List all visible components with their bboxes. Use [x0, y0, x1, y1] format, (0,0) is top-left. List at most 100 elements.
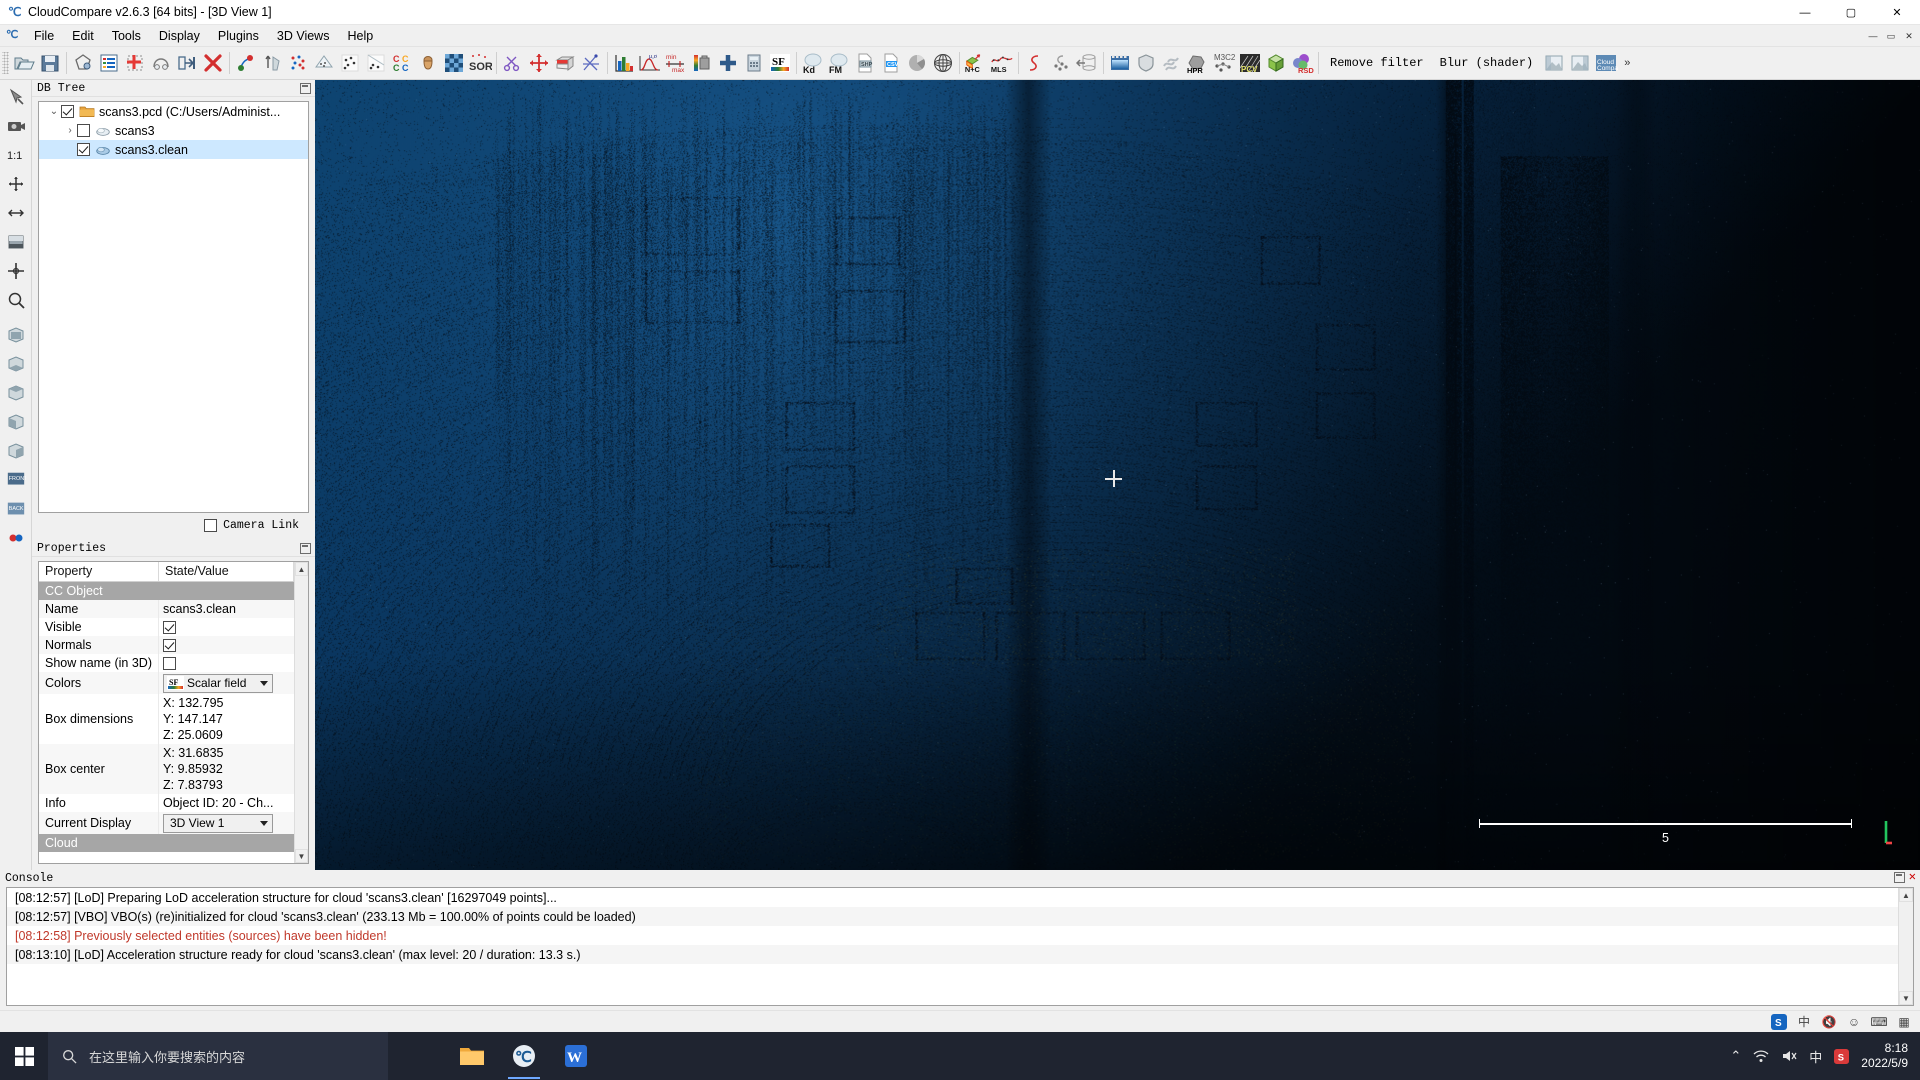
- property-row-colors[interactable]: Colors SF Scalar field: [39, 672, 294, 694]
- zoom-box-icon[interactable]: [2, 285, 30, 314]
- cloud-to-cloud-icon[interactable]: CCCC: [389, 50, 415, 76]
- cloud-compare-icon[interactable]: CloudCompare: [1593, 50, 1619, 76]
- property-row-box-center[interactable]: Box center X: 31.6835 Y: 9.85932 Z: 7.83…: [39, 744, 294, 794]
- blur-shader-button[interactable]: Blur (shader): [1432, 52, 1542, 74]
- close-button[interactable]: ✕: [1874, 0, 1920, 25]
- mute-icon[interactable]: 🔇: [1821, 1014, 1837, 1030]
- normals-checkbox[interactable]: [163, 639, 176, 652]
- align-icon[interactable]: [578, 50, 604, 76]
- remove-filter-button[interactable]: Remove filter: [1322, 52, 1432, 74]
- console-float-button[interactable]: [1894, 872, 1905, 883]
- rsd-icon[interactable]: RSD: [1289, 50, 1315, 76]
- left-view-icon[interactable]: [2, 407, 30, 436]
- delete-icon[interactable]: [200, 50, 226, 76]
- menu-plugins[interactable]: Plugins: [209, 27, 268, 45]
- light-icon[interactable]: [2, 227, 30, 256]
- merge-icon[interactable]: [148, 50, 174, 76]
- iso-view-icon[interactable]: BACK: [2, 494, 30, 523]
- property-row-current-display[interactable]: Current Display 3D View 1: [39, 812, 294, 834]
- csv-export-icon[interactable]: CSV: [878, 50, 904, 76]
- menu-3d-views[interactable]: 3D Views: [268, 27, 339, 45]
- pan-icon[interactable]: [2, 198, 30, 227]
- cloudcompare-icon[interactable]: ℃: [500, 1033, 548, 1079]
- current-display-combobox[interactable]: 3D View 1: [163, 814, 273, 833]
- sogou-ime-icon[interactable]: S: [1771, 1014, 1787, 1030]
- console-scrollbar[interactable]: ▲ ▼: [1898, 888, 1913, 1005]
- toolbar-overflow-button[interactable]: »: [1619, 57, 1635, 69]
- cross-section-icon[interactable]: [552, 50, 578, 76]
- property-row-show-name[interactable]: Show name (in 3D): [39, 654, 294, 672]
- stereo-icon[interactable]: [2, 523, 30, 552]
- camera-link-row[interactable]: Camera Link: [38, 513, 309, 534]
- point-cloud-canvas[interactable]: [315, 80, 1920, 870]
- polyhedron-icon[interactable]: [1263, 50, 1289, 76]
- pick-rotation-center-icon[interactable]: [2, 256, 30, 285]
- console-message-list[interactable]: [08:12:57] [LoD] Preparing LoD accelerat…: [7, 888, 1898, 1005]
- db-tree-panel[interactable]: ⌄ scans3.pcd (C:/Users/Administ... ›: [38, 101, 309, 513]
- camera-link-checkbox[interactable]: [204, 519, 217, 532]
- menu-help[interactable]: Help: [338, 27, 382, 45]
- wave-icon[interactable]: [1159, 50, 1185, 76]
- file-explorer-icon[interactable]: [448, 1033, 496, 1079]
- expand-chevron-right-icon[interactable]: ›: [63, 125, 77, 136]
- property-row-name[interactable]: Name scans3.clean: [39, 600, 294, 618]
- toolbar-grip[interactable]: [2, 52, 9, 74]
- translate-rotate-icon[interactable]: [233, 50, 259, 76]
- db-tree-float-button[interactable]: [300, 83, 311, 94]
- save-icon[interactable]: [37, 50, 63, 76]
- normals-curvature-icon[interactable]: N+C: [963, 50, 989, 76]
- minimize-button[interactable]: —: [1782, 0, 1828, 25]
- shp-export-icon[interactable]: SHP: [852, 50, 878, 76]
- scroll-down-icon[interactable]: ▼: [1899, 991, 1913, 1005]
- property-row-visible[interactable]: Visible: [39, 618, 294, 636]
- bottom-view-icon[interactable]: [2, 349, 30, 378]
- right-view-icon[interactable]: [2, 436, 30, 465]
- pick-point-icon[interactable]: [2, 82, 30, 111]
- wps-writer-icon[interactable]: W: [552, 1033, 600, 1079]
- mdi-close-button[interactable]: ✕: [1900, 27, 1918, 45]
- chevron-down-icon[interactable]: [260, 821, 268, 826]
- property-row-info[interactable]: Info Object ID: 20 - Ch...: [39, 794, 294, 812]
- taskbar-search-box[interactable]: 在这里输入你要搜索的内容: [48, 1032, 388, 1080]
- scroll-up-icon[interactable]: ▲: [1899, 888, 1913, 902]
- tree-checkbox[interactable]: [77, 143, 90, 156]
- sf-icon[interactable]: SF: [767, 50, 793, 76]
- noise-filter-icon[interactable]: [363, 50, 389, 76]
- tree-item-scans3-pcd[interactable]: ⌄ scans3.pcd (C:/Users/Administ...: [39, 102, 308, 121]
- clone-icon[interactable]: [70, 50, 96, 76]
- sor-filter-icon[interactable]: SOR: [467, 50, 493, 76]
- start-button[interactable]: [0, 1032, 48, 1080]
- chinese-mode-icon[interactable]: 中: [1796, 1014, 1812, 1030]
- sf-calculator-icon[interactable]: [741, 50, 767, 76]
- add-sf-icon[interactable]: [715, 50, 741, 76]
- property-row-box-dimensions[interactable]: Box dimensions X: 132.795 Y: 147.147 Z: …: [39, 694, 294, 744]
- toolbox-icon[interactable]: ▦: [1896, 1014, 1912, 1030]
- zoom-1-1-icon[interactable]: 1:1: [2, 140, 30, 169]
- front-view-icon[interactable]: [2, 320, 30, 349]
- ime-indicator[interactable]: 中: [1809, 1047, 1822, 1066]
- tree-checkbox[interactable]: [61, 105, 74, 118]
- taskbar-clock[interactable]: 8:18 2022/5/9: [1861, 1041, 1908, 1071]
- properties-float-button[interactable]: [300, 543, 311, 554]
- fast-marching-icon[interactable]: FM: [826, 50, 852, 76]
- histogram-icon[interactable]: [611, 50, 637, 76]
- console-close-icon[interactable]: ✕: [1909, 872, 1916, 883]
- kd-tree-icon[interactable]: Kd: [800, 50, 826, 76]
- camera-left-icon[interactable]: [1541, 50, 1567, 76]
- scroll-up-icon[interactable]: ▲: [295, 562, 308, 576]
- tree-checkbox[interactable]: [77, 124, 90, 137]
- normals-icon[interactable]: [259, 50, 285, 76]
- chevron-up-icon[interactable]: ⌃: [1730, 1048, 1741, 1064]
- add-point-icon[interactable]: [122, 50, 148, 76]
- checkerboard-icon[interactable]: [441, 50, 467, 76]
- min-max-filter-icon[interactable]: minmax: [663, 50, 689, 76]
- mls-icon[interactable]: MLS: [989, 50, 1015, 76]
- top-view-icon[interactable]: [2, 378, 30, 407]
- pcv-icon[interactable]: PCV: [1237, 50, 1263, 76]
- mdi-restore-button[interactable]: ▭: [1882, 27, 1900, 45]
- expand-chevron-down-icon[interactable]: ⌄: [47, 106, 61, 117]
- translate-icon[interactable]: [526, 50, 552, 76]
- scroll-down-icon[interactable]: ▼: [295, 849, 308, 863]
- poisson-icon[interactable]: [1048, 50, 1074, 76]
- pie-icon[interactable]: [904, 50, 930, 76]
